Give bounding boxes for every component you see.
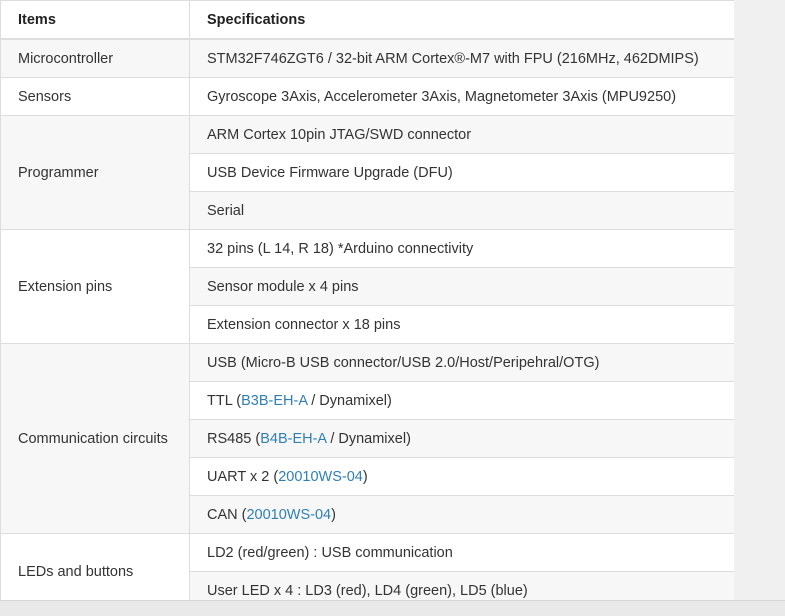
- item-cell-extension-pins: Extension pins: [0, 229, 190, 344]
- spec-cell: Sensor module x 4 pins: [189, 267, 734, 306]
- spec-cell: USB (Micro-B USB connector/USB 2.0/Host/…: [189, 343, 734, 382]
- spec-text: RS485 (: [207, 430, 261, 447]
- spec-text: CAN (: [207, 506, 247, 523]
- spec-cell-can: CAN (20010WS-04): [189, 495, 734, 534]
- table-row: Microcontroller STM32F746ZGT6 / 32-bit A…: [0, 38, 734, 78]
- spec-text: ): [362, 468, 368, 485]
- item-cell-leds-buttons: LEDs and buttons: [0, 533, 190, 600]
- bottom-bar: [0, 600, 785, 616]
- connector-link-b4b-eh-a[interactable]: B4B-EH-A: [260, 431, 326, 447]
- page: Items Specifications Microcontroller STM…: [0, 0, 785, 616]
- spec-text: UART x 2 (: [207, 468, 279, 485]
- header-items: Items: [0, 0, 190, 40]
- spec-text: ): [331, 506, 336, 523]
- connector-link-20010ws-04-uart[interactable]: 20010WS-04: [278, 469, 363, 485]
- spec-cell: Serial: [189, 191, 734, 230]
- table-row: Communication circuits USB (Micro-B USB …: [0, 343, 734, 534]
- spec-text: / Dynamixel): [326, 430, 411, 447]
- spec-text: / Dynamixel): [307, 392, 392, 409]
- connector-link-b3b-eh-a[interactable]: B3B-EH-A: [241, 393, 307, 409]
- item-cell-sensors: Sensors: [0, 77, 190, 116]
- spec-table: Items Specifications Microcontroller STM…: [0, 0, 734, 600]
- spec-cell: Extension connector x 18 pins: [189, 305, 734, 344]
- item-cell-microcontroller: Microcontroller: [0, 38, 190, 78]
- table-header-row: Items Specifications: [0, 0, 734, 40]
- table-row: Programmer ARM Cortex 10pin JTAG/SWD con…: [0, 115, 734, 230]
- spec-cell-ttl: TTL (B3B-EH-A / Dynamixel): [189, 381, 734, 420]
- item-cell-communication: Communication circuits: [0, 343, 190, 534]
- spec-text: TTL (: [207, 392, 242, 409]
- header-specifications: Specifications: [189, 0, 734, 40]
- spec-cell: Gyroscope 3Axis, Accelerometer 3Axis, Ma…: [189, 77, 734, 116]
- spec-cell: User LED x 4 : LD3 (red), LD4 (green), L…: [189, 571, 734, 600]
- table-row: Extension pins 32 pins (L 14, R 18) *Ard…: [0, 229, 734, 344]
- spec-cell: STM32F746ZGT6 / 32-bit ARM Cortex®-M7 wi…: [189, 38, 734, 78]
- spec-cell-rs485: RS485 (B4B-EH-A / Dynamixel): [189, 419, 734, 458]
- connector-link-20010ws-04-can[interactable]: 20010WS-04: [246, 507, 331, 523]
- table-row: LEDs and buttons LD2 (red/green) : USB c…: [0, 533, 734, 600]
- spec-cell: USB Device Firmware Upgrade (DFU): [189, 153, 734, 192]
- spec-table-container: Items Specifications Microcontroller STM…: [0, 0, 734, 600]
- spec-cell: 32 pins (L 14, R 18) *Arduino connectivi…: [189, 229, 734, 268]
- spec-cell: ARM Cortex 10pin JTAG/SWD connector: [189, 115, 734, 154]
- table-row: Sensors Gyroscope 3Axis, Accelerometer 3…: [0, 77, 734, 116]
- spec-cell: LD2 (red/green) : USB communication: [189, 533, 734, 572]
- item-cell-programmer: Programmer: [0, 115, 190, 230]
- spec-cell-uart: UART x 2 (20010WS-04): [189, 457, 734, 496]
